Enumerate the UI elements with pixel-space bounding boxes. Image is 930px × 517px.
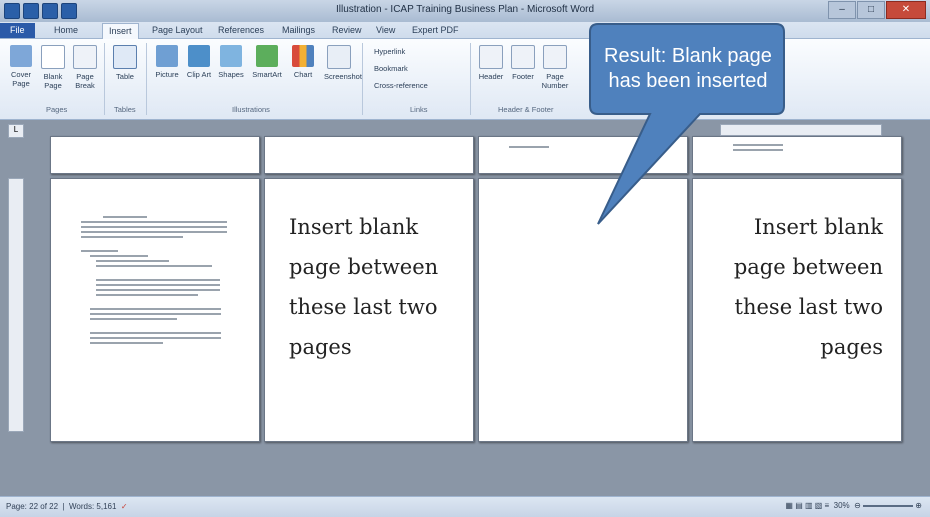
zoom-slider[interactable] <box>863 504 914 507</box>
zoom-controls: ▦ ▤ ▥ ▧ ≡ 30% ⊖ ⊕ <box>785 501 922 510</box>
zoom-level[interactable]: 30% <box>834 501 850 510</box>
proofing-icon[interactable]: ✓ <box>121 502 128 511</box>
callout-text: Result: Blank page has been inserted <box>604 45 772 92</box>
zoom-in-icon[interactable]: ⊕ <box>915 501 922 510</box>
word-count[interactable]: Words: 5,161 <box>69 502 116 511</box>
status-bar: Page: 22 of 22 | Words: 5,161 ✓ ▦ ▤ ▥ ▧ … <box>0 496 930 517</box>
page-count[interactable]: Page: 22 of 22 <box>6 502 58 511</box>
view-buttons[interactable]: ▦ ▤ ▥ ▧ ≡ <box>785 501 829 510</box>
status-info: Page: 22 of 22 | Words: 5,161 ✓ <box>6 502 128 511</box>
zoom-out-icon[interactable]: ⊖ <box>854 501 861 510</box>
callout-bubble <box>589 23 785 225</box>
